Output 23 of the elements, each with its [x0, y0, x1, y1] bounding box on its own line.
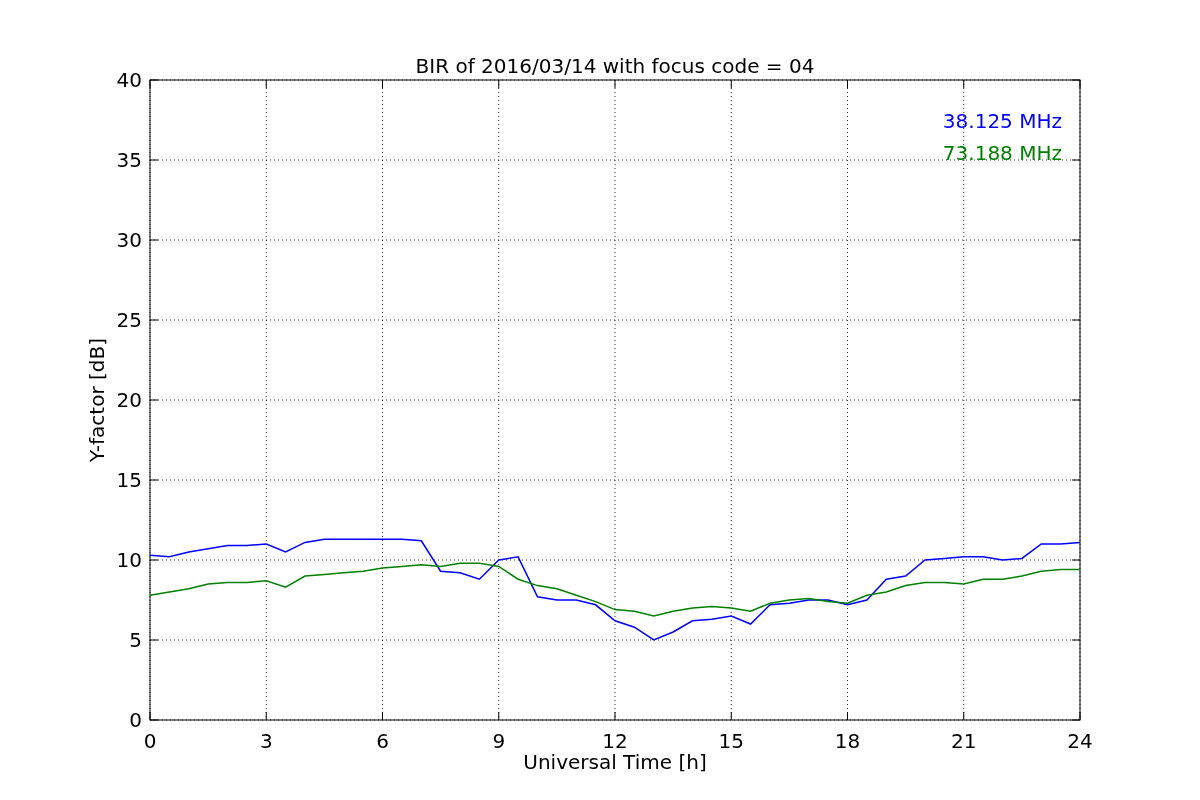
tick-label: 0: [129, 708, 142, 732]
tick-label: 24: [1067, 729, 1093, 753]
tick-label: 30: [116, 228, 142, 252]
tick-label: 18: [834, 729, 861, 753]
tick-label: 25: [116, 308, 142, 332]
tick-label: 3: [259, 729, 273, 753]
tick-label: 15: [116, 468, 142, 492]
x-axis-label: Universal Time [h]: [523, 750, 707, 774]
tick-label: 40: [116, 68, 142, 92]
tick-label: 0: [143, 729, 157, 753]
tick-label: 12: [602, 729, 628, 753]
tick-label: 5: [129, 628, 142, 652]
y-axis-label: Y-factor [dB]: [85, 338, 109, 462]
chart-title: BIR of 2016/03/14 with focus code = 04: [415, 54, 815, 78]
legend-label: 73.188 MHz: [942, 141, 1062, 165]
tick-label: 9: [492, 729, 506, 753]
tick-label: 35: [116, 148, 142, 172]
tick-label: 21: [951, 729, 977, 753]
tick-label: 20: [116, 388, 142, 412]
tick-label: 10: [116, 548, 142, 572]
tick-label: 15: [718, 729, 744, 753]
legend-label: 38.125 MHz: [942, 109, 1062, 133]
tick-label: 6: [376, 729, 389, 753]
